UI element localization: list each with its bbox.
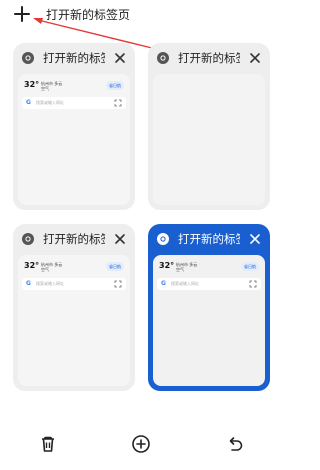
weather-widget: 32° 杭州市 多云 空气 省日航 xyxy=(157,261,261,277)
plus-icon[interactable] xyxy=(12,4,32,24)
search-placeholder: 搜索或输入网址 xyxy=(171,281,199,286)
tab-title: 打开新的标签页 xyxy=(178,51,240,65)
add-circle-icon[interactable] xyxy=(131,434,151,454)
promo-pill: 省日航 xyxy=(106,262,124,271)
tab-switcher-screen: 打开新的标签页 打开新的标签页 32° 杭州市 多云空气 省日航 G 搜索或输入… xyxy=(0,0,281,470)
bottom-toolbar xyxy=(0,426,281,462)
search-placeholder: 搜索或输入网址 xyxy=(36,281,64,286)
weather-text: 杭州市 多云 空气 xyxy=(41,81,63,91)
undo-icon[interactable] xyxy=(225,434,245,454)
promo-pill: 省日航 xyxy=(106,81,124,90)
tab-preview xyxy=(153,74,265,205)
close-icon[interactable] xyxy=(248,51,262,65)
tab-preview: 32° 杭州市 多云 空气 省日航 G 搜索或输入网址 xyxy=(18,74,130,205)
scan-icon xyxy=(114,99,122,107)
weather-text: 杭州市 多云 空气 xyxy=(176,262,198,272)
tab-preview: 32° 杭州市 多云 空气 省日航 G 搜索或输入网址 xyxy=(18,255,130,386)
tab-preview: 32° 杭州市 多云 空气 省日航 G 搜索或输入网址 xyxy=(153,255,265,386)
search-placeholder: 搜索或输入网址 xyxy=(36,100,64,105)
search-box: G 搜索或输入网址 xyxy=(22,97,126,109)
tab-card-header: 打开新的标签页 xyxy=(148,43,270,73)
tab-card[interactable]: 打开新的标签页 xyxy=(148,43,270,210)
browser-icon xyxy=(157,233,169,245)
google-icon: G xyxy=(26,99,31,106)
weather-widget: 32° 杭州市 多云 空气 省日航 xyxy=(22,261,126,277)
browser-icon xyxy=(157,52,169,64)
google-icon: G xyxy=(161,280,166,287)
google-icon: G xyxy=(26,280,31,287)
close-icon[interactable] xyxy=(113,232,127,246)
scan-icon xyxy=(114,280,122,288)
browser-icon xyxy=(22,233,34,245)
trash-icon[interactable] xyxy=(38,434,58,454)
weather-text: 杭州市 多云 空气 xyxy=(41,262,63,272)
tab-card-header: 打开新的标签页 xyxy=(13,224,135,254)
tab-card[interactable]: 打开新的标签页 32° 杭州市 多云空气 省日航 G 搜索或输入网址 xyxy=(13,224,135,391)
search-box: G 搜索或输入网址 xyxy=(22,278,126,290)
temperature: 32° xyxy=(159,261,175,270)
browser-icon xyxy=(22,52,34,64)
close-icon[interactable] xyxy=(113,51,127,65)
new-tab-label[interactable]: 打开新的标签页 xyxy=(46,6,130,23)
tab-card-active[interactable]: 打开新的标签页 32° 杭州市 多云空气 省日航 G 搜索或输入网址 xyxy=(148,224,270,391)
temperature: 32° xyxy=(24,261,40,270)
tab-card-header: 打开新的标签页 xyxy=(13,43,135,73)
close-icon[interactable] xyxy=(248,232,262,246)
temperature: 32° xyxy=(24,80,40,89)
weather-widget: 32° 杭州市 多云 空气 省日航 xyxy=(22,80,126,96)
tab-title: 打开新的标签页 xyxy=(43,51,105,65)
search-box: G 搜索或输入网址 xyxy=(157,278,261,290)
tab-title: 打开新的标签页 xyxy=(43,232,105,246)
promo-pill: 省日航 xyxy=(241,262,259,271)
scan-icon xyxy=(249,280,257,288)
tab-card[interactable]: 打开新的标签页 32° 杭州市 多云空气 省日航 G 搜索或输入网址 xyxy=(13,43,135,210)
tab-card-header: 打开新的标签页 xyxy=(148,224,270,254)
tab-title: 打开新的标签页 xyxy=(178,232,240,246)
new-tab-row[interactable]: 打开新的标签页 xyxy=(0,0,281,30)
